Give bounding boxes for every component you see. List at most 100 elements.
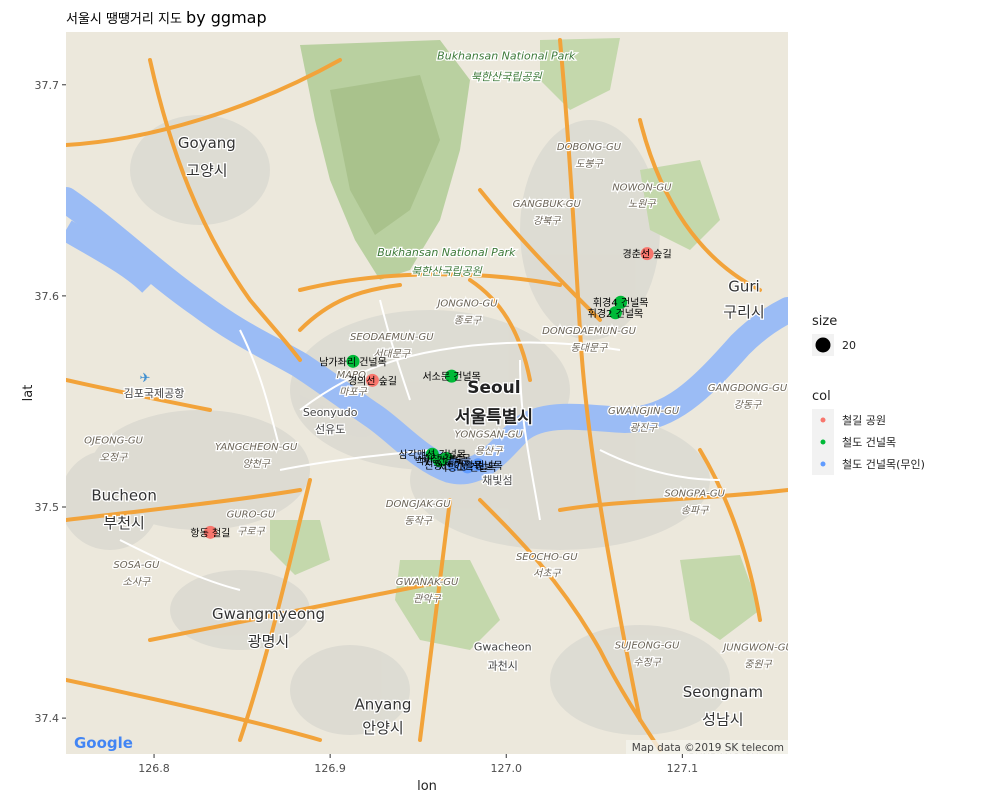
map-label-17: 동대문구 bbox=[571, 342, 609, 354]
google-logo: Google bbox=[74, 734, 133, 752]
map-label-45: 동작구 bbox=[404, 515, 432, 527]
map-label-10: GANGBUK-GU bbox=[513, 199, 582, 210]
map-label-4: Goyang bbox=[178, 134, 236, 152]
map-label-39: 부천시 bbox=[103, 514, 144, 532]
color-legend-title: col bbox=[812, 389, 831, 404]
map-label-46: SOSA-GU bbox=[113, 560, 160, 571]
color-legend-label-0: 철길 공원 bbox=[842, 414, 886, 427]
map-label-29: GWANGJIN-GU bbox=[608, 406, 680, 417]
map-label-18: Guri bbox=[728, 278, 759, 296]
map-label-13: 종로구 bbox=[454, 315, 482, 326]
map-label-28: 강동구 bbox=[734, 399, 762, 411]
map-label-9: 노원구 bbox=[628, 198, 656, 210]
map-label-5: 고양시 bbox=[186, 162, 227, 180]
data-point-label-12: 항동 철길 bbox=[190, 526, 230, 539]
x-tick-label-0: 126.8 bbox=[138, 762, 170, 775]
map-label-62: Anyang bbox=[355, 696, 412, 714]
map-label-47: 소사구 bbox=[123, 576, 151, 588]
size-legend-label: 20 bbox=[842, 339, 856, 352]
airport-icon: ✈ bbox=[140, 371, 151, 386]
map-label-16: DONGDAEMUN-GU bbox=[542, 326, 636, 337]
y-tick-label-2: 37.6 bbox=[35, 290, 60, 303]
chart-svg: 서울시 땡땡거리 지도 by ggmap Bukhansan National … bbox=[21, 8, 925, 794]
map-attribution: Map data ©2019 SK telecom bbox=[632, 742, 784, 754]
map-label-52: Gwangmyeong bbox=[212, 605, 325, 623]
map-label-57: 수정구 bbox=[633, 656, 661, 668]
map-label-14: SEODAEMUN-GU bbox=[350, 332, 434, 343]
map-label-8: NOWON-GU bbox=[612, 182, 672, 193]
x-tick-label-3: 127.1 bbox=[667, 762, 699, 775]
chart-title-prefix: 서울시 땡땡거리 지도 bbox=[66, 12, 186, 27]
map-label-30: 광진구 bbox=[630, 422, 658, 434]
map-label-11: 강북구 bbox=[533, 215, 561, 227]
color-legend-dot-1 bbox=[820, 439, 826, 445]
y-tick-label-3: 37.7 bbox=[35, 79, 60, 92]
map-label-40: SONGPA-GU bbox=[664, 488, 725, 499]
y-axis-ticks: 37.4 37.5 37.6 37.7 bbox=[35, 79, 66, 725]
chart-title-suffix: by ggmap bbox=[186, 8, 267, 27]
map-label-51: 관악구 bbox=[413, 593, 441, 605]
map-label-35: YONGSAN-GU bbox=[454, 429, 523, 440]
size-legend-dot bbox=[815, 337, 831, 353]
map-label-2: Bukhansan National Park bbox=[377, 246, 516, 259]
map-label-27: GANGDONG-GU bbox=[708, 383, 788, 394]
data-point-label-1: 휘경4 건널목 bbox=[593, 296, 649, 309]
map-label-42: GURO-GU bbox=[227, 510, 276, 521]
map-label-49: 서초구 bbox=[533, 568, 561, 580]
map-label-25: 선유도 bbox=[315, 423, 345, 436]
color-legend-label-2: 철도 건널목(무인) bbox=[842, 458, 925, 471]
map-label-44: DONGJAK-GU bbox=[386, 499, 452, 510]
color-legend: col 철길 공원 철도 건널목 철도 건널목(무인) bbox=[812, 389, 925, 475]
chart-title: 서울시 땡땡거리 지도 by ggmap bbox=[66, 8, 267, 27]
map-label-12: JONGNO-GU bbox=[435, 298, 498, 309]
data-point-label-5: 경의선 숲길 bbox=[348, 374, 397, 387]
map-label-31: OJEONG-GU bbox=[84, 436, 144, 447]
map-label-56: SUJEONG-GU bbox=[615, 640, 680, 651]
map-label-61: 성남시 bbox=[702, 710, 743, 728]
x-tick-label-1: 126.9 bbox=[314, 762, 346, 775]
map-label-21: 서울특별시 bbox=[455, 408, 533, 428]
y-tick-label-0: 37.4 bbox=[35, 712, 60, 725]
map-label-32: 오정구 bbox=[100, 452, 128, 464]
map-label-23: 마포구 bbox=[339, 386, 367, 398]
data-point-label-11: 이촌 건널목 bbox=[453, 460, 502, 472]
map-label-0: Bukhansan National Park bbox=[437, 49, 576, 62]
map-label-19: 구리시 bbox=[723, 303, 764, 321]
map-label-53: 광명시 bbox=[248, 632, 289, 650]
color-legend-label-1: 철도 건널목 bbox=[842, 436, 896, 449]
map-label-50: GWANAK-GU bbox=[396, 577, 459, 588]
map-label-33: YANGCHEON-GU bbox=[215, 442, 298, 453]
map-label-55: 과천시 bbox=[488, 659, 518, 673]
map-label-60: Seongnam bbox=[683, 683, 763, 701]
size-legend-title: size bbox=[812, 314, 837, 329]
map-label-41: 송파구 bbox=[681, 504, 709, 516]
map-label-1: 북한산국립공원 bbox=[471, 71, 543, 84]
map-label-24: Seonyudo bbox=[303, 406, 358, 419]
data-point-label-4: 서소문 건널목 bbox=[422, 371, 480, 383]
data-point-label-2: 휘경2 건널목 bbox=[588, 307, 644, 320]
map-label-26: 김포국제공항 bbox=[124, 387, 185, 400]
map-label-7: 도봉구 bbox=[575, 158, 603, 170]
map-label-43: 구로구 bbox=[237, 526, 265, 537]
size-legend: size 20 bbox=[812, 314, 856, 356]
x-axis-ticks: 126.8 126.9 127.0 127.1 bbox=[138, 754, 698, 775]
map-label-59: 중원구 bbox=[744, 658, 772, 670]
map-label-34: 양천구 bbox=[242, 458, 270, 470]
map-label-38: Bucheon bbox=[91, 487, 156, 505]
map-label-3: 북한산국립공원 bbox=[411, 265, 483, 278]
map-label-36: 용산구 bbox=[475, 445, 503, 457]
map-label-58: JUNGWON-GU bbox=[721, 643, 793, 654]
map-label-48: SEOCHO-GU bbox=[516, 552, 578, 563]
y-tick-label-1: 37.5 bbox=[35, 501, 60, 514]
map-panel: Bukhansan National Park 북한산국립공원 Bukhansan … bbox=[66, 32, 793, 754]
data-point-label-0: 경춘선 숲길 bbox=[623, 248, 672, 261]
map-label-37: 채빛섬 bbox=[482, 474, 512, 487]
x-tick-label-2: 127.0 bbox=[490, 762, 522, 775]
color-legend-dot-2 bbox=[820, 461, 826, 467]
y-axis-title: lat bbox=[21, 385, 36, 402]
data-point-label-3: 남가좌리 건널목 bbox=[319, 356, 387, 368]
map-label-63: 안양시 bbox=[362, 719, 403, 737]
map-label-6: DOBONG-GU bbox=[557, 142, 622, 153]
x-axis-title: lon bbox=[417, 779, 437, 794]
map-label-54: Gwacheon bbox=[474, 641, 532, 654]
